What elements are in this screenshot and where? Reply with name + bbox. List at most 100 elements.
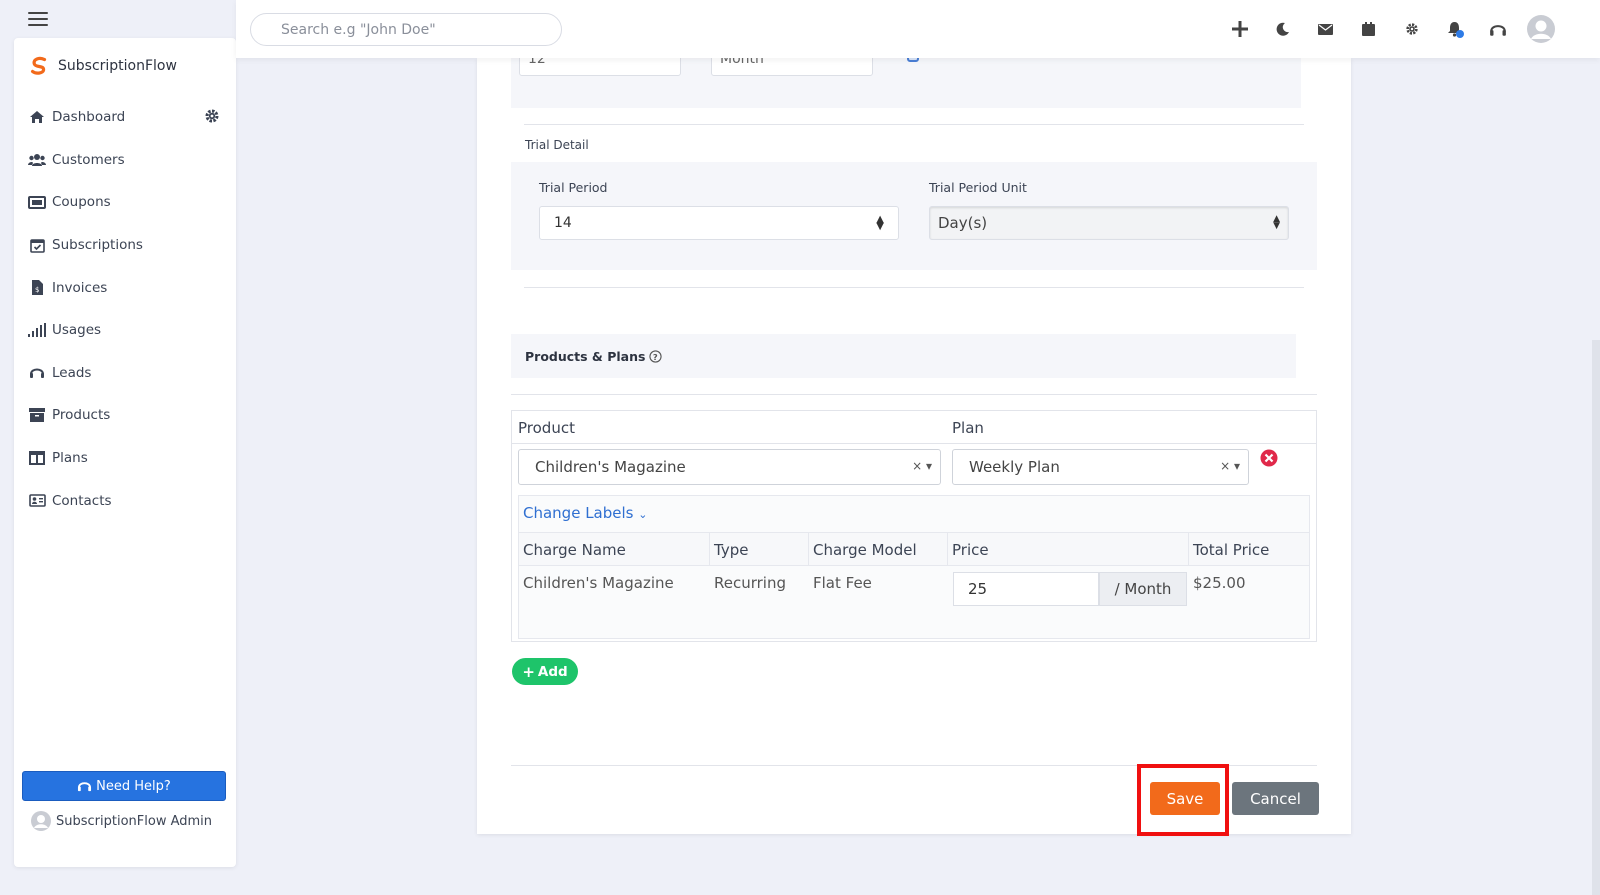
trial-period-unit-select[interactable]: Day(s) ▲ ▼ [929,206,1289,240]
product-plan-table: Product Plan Children's Magazine × ▾ Wee… [511,410,1317,642]
trial-period-input[interactable]: 14 ▲ ▼ [539,206,899,240]
divider [512,443,1316,444]
clear-and-dropdown-icon[interactable]: × ▾ [912,459,932,473]
menu-toggle-icon[interactable] [28,12,48,28]
notification-dot [1456,30,1464,38]
type-header: Type [714,541,749,559]
users-icon [28,152,46,168]
remove-row-icon[interactable] [1260,449,1278,467]
plus-icon[interactable] [1218,12,1261,46]
charge-model-header: Charge Model [813,541,917,559]
sidebar-item-label: Dashboard [52,109,126,126]
brand[interactable]: SubscriptionFlow [28,55,177,77]
svg-text:?: ? [653,351,658,361]
plan-select[interactable]: Weekly Plan × ▾ [952,449,1249,485]
divider [511,394,1317,395]
charge-model-cell: Flat Fee [813,574,872,592]
brand-logo-icon [30,56,47,75]
save-button[interactable]: Save [1150,782,1220,815]
trial-detail-title: Trial Detail [525,138,589,152]
product-select[interactable]: Children's Magazine × ▾ [518,449,941,485]
plan-column-header: Plan [952,419,984,437]
question-circle-icon[interactable]: ? [649,349,663,363]
gear-icon[interactable] [1390,12,1433,46]
price-input[interactable]: 25 [953,572,1099,606]
dashboard-settings-gear-icon[interactable] [204,108,220,124]
sidebar-item-invoices[interactable]: $ Invoices [28,266,224,309]
sidebar-item-usages[interactable]: Usages [28,309,224,352]
calendar-icon[interactable] [1347,12,1390,46]
page-scrollbar[interactable] [1592,340,1600,895]
select-arrows-icon: ▲ ▼ [1273,214,1280,231]
sidebar-item-label: Usages [52,322,102,339]
trial-period-unit-value: Day(s) [938,214,988,232]
sidebar-item-label: Plans [52,450,88,467]
sidebar: SubscriptionFlow Dashboard Customers Cou… [14,38,236,867]
columns-icon [28,450,46,466]
calendar-check-icon [28,237,46,253]
sidebar-item-products[interactable]: Products [28,394,224,437]
sidebar-item-subscriptions[interactable]: Subscriptions [28,224,224,267]
products-plans-header: Products & Plans ? [511,334,1296,378]
table-row: Children's Magazine Recurring Flat Fee 2… [519,566,1309,624]
sidebar-item-label: Invoices [52,279,108,296]
admin-profile[interactable]: SubscriptionFlow Admin [30,810,212,832]
plan-select-value: Weekly Plan [969,458,1060,476]
address-card-icon [28,493,46,509]
trial-period-unit-label: Trial Period Unit [929,180,1027,195]
add-product-button[interactable]: + Add [512,658,578,685]
top-actions [1218,12,1562,46]
sidebar-item-label: Products [52,407,111,424]
sidebar-item-plans[interactable]: Plans [28,437,224,480]
admin-name: SubscriptionFlow Admin [56,813,213,829]
price-header: Price [952,541,989,559]
headset-icon[interactable] [1476,12,1519,46]
sidebar-item-label: Contacts [52,492,112,509]
sidebar-nav: Dashboard Customers Coupons Subscription… [28,96,224,522]
ticket-icon [28,194,46,210]
user-avatar-icon[interactable] [1519,12,1562,46]
change-labels-text: Change Labels [523,504,634,522]
invoice-icon: $ [28,280,46,296]
number-spinner-icon[interactable]: ▲ ▼ [876,215,884,232]
bell-icon[interactable] [1433,12,1476,46]
change-labels-link[interactable]: Change Labels ⌄ [523,504,647,522]
sidebar-item-contacts[interactable]: Contacts [28,479,224,522]
home-icon [28,109,46,125]
headset-icon [78,782,92,792]
sidebar-item-coupons[interactable]: Coupons [28,181,224,224]
sidebar-item-label: Subscriptions [52,237,143,254]
headset-icon [28,365,46,381]
chevron-down-icon: ⌄ [638,508,648,521]
sidebar-item-label: Coupons [52,194,111,211]
user-avatar-icon [31,811,51,831]
clear-and-dropdown-icon[interactable]: × ▾ [1220,459,1240,473]
total-price-cell: $25.00 [1193,574,1246,592]
product-column-header: Product [518,419,575,437]
trial-period-value: 14 [554,215,572,231]
sidebar-item-leads[interactable]: Leads [28,352,224,395]
type-cell: Recurring [714,574,786,592]
billing-period-row: 12 Month [511,48,1301,108]
price-unit-addon: / Month [1099,572,1187,606]
plus-icon: + [522,662,535,681]
top-bar [236,0,1600,58]
sidebar-item-label: Customers [52,151,125,168]
charge-name-cell: Children's Magazine [523,574,674,592]
price-value: 25 [968,580,988,598]
sidebar-item-customers[interactable]: Customers [28,139,224,182]
moon-icon[interactable] [1261,12,1304,46]
sidebar-item-dashboard[interactable]: Dashboard [28,96,224,139]
svg-text:$: $ [35,286,39,294]
mail-icon[interactable] [1304,12,1347,46]
divider [524,124,1304,125]
subscription-form-card: 12 Month Trial Detail Trial Period 14 ▲ ▼… [477,48,1351,836]
divider [524,287,1304,288]
search-input[interactable] [250,13,562,46]
product-select-value: Children's Magazine [535,458,686,476]
add-label: Add [537,663,568,680]
trial-period-label: Trial Period [539,180,608,195]
need-help-button[interactable]: Need Help? [22,771,226,801]
archive-icon [28,407,46,423]
cancel-button[interactable]: Cancel [1232,782,1319,815]
